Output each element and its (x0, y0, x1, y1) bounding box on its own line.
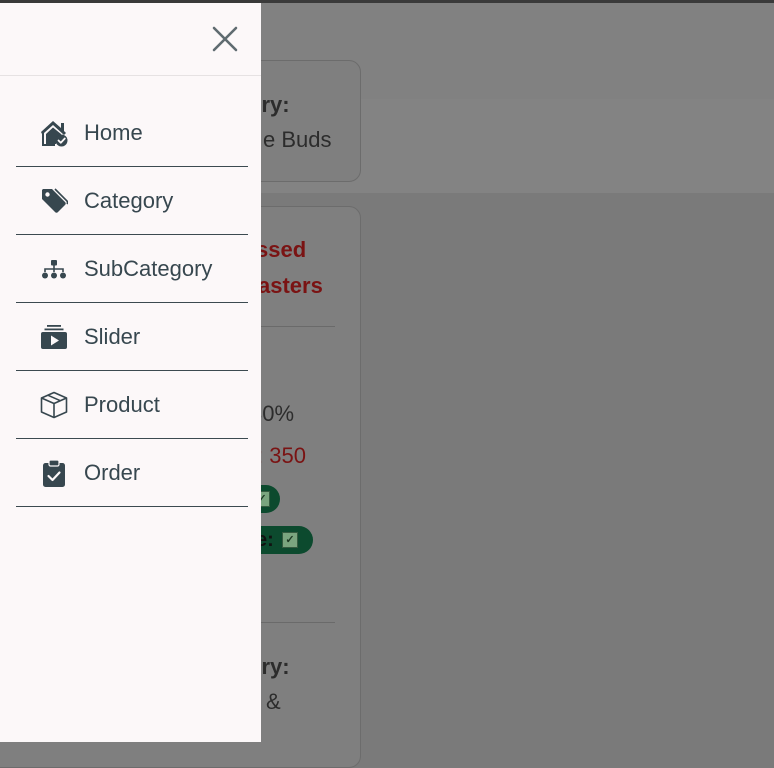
check-icon: ✓ (282, 532, 298, 548)
nav-item-category[interactable]: Category (16, 167, 248, 235)
nav-item-label: Product (84, 392, 160, 417)
nav-drawer: Home Category SubCategory Slider Product… (0, 3, 261, 742)
nav-item-order[interactable]: Order (16, 439, 248, 507)
tag-icon (42, 188, 68, 213)
nav-item-product[interactable]: Product (16, 371, 248, 439)
drawer-header (0, 3, 261, 76)
nav-item-label: SubCategory (84, 256, 213, 281)
card-title-line2: asters (258, 273, 323, 298)
nav-item-slider[interactable]: Slider (16, 303, 248, 371)
window-top-border (0, 0, 774, 3)
card-title-line1: ssed (256, 237, 307, 262)
slider-icon (41, 325, 67, 349)
nav-item-label: Category (84, 188, 174, 213)
close-icon (212, 26, 238, 52)
nav-item-label: Order (84, 460, 141, 485)
clipboard-check-icon (43, 459, 65, 487)
close-button[interactable] (207, 21, 243, 57)
home-icon (41, 121, 68, 147)
box-icon (40, 391, 68, 419)
card-category-value: & (266, 689, 281, 714)
drawer-nav: Home Category SubCategory Slider Product… (16, 99, 248, 507)
sitemap-icon (42, 260, 66, 279)
nav-item-label: Home (84, 120, 143, 145)
card-category-value: e Buds (263, 127, 332, 152)
nav-item-label: Slider (84, 324, 141, 349)
nav-item-subcategory[interactable]: SubCategory (16, 235, 248, 303)
nav-item-home[interactable]: Home (16, 99, 248, 167)
card-price: : 350 (257, 443, 306, 468)
